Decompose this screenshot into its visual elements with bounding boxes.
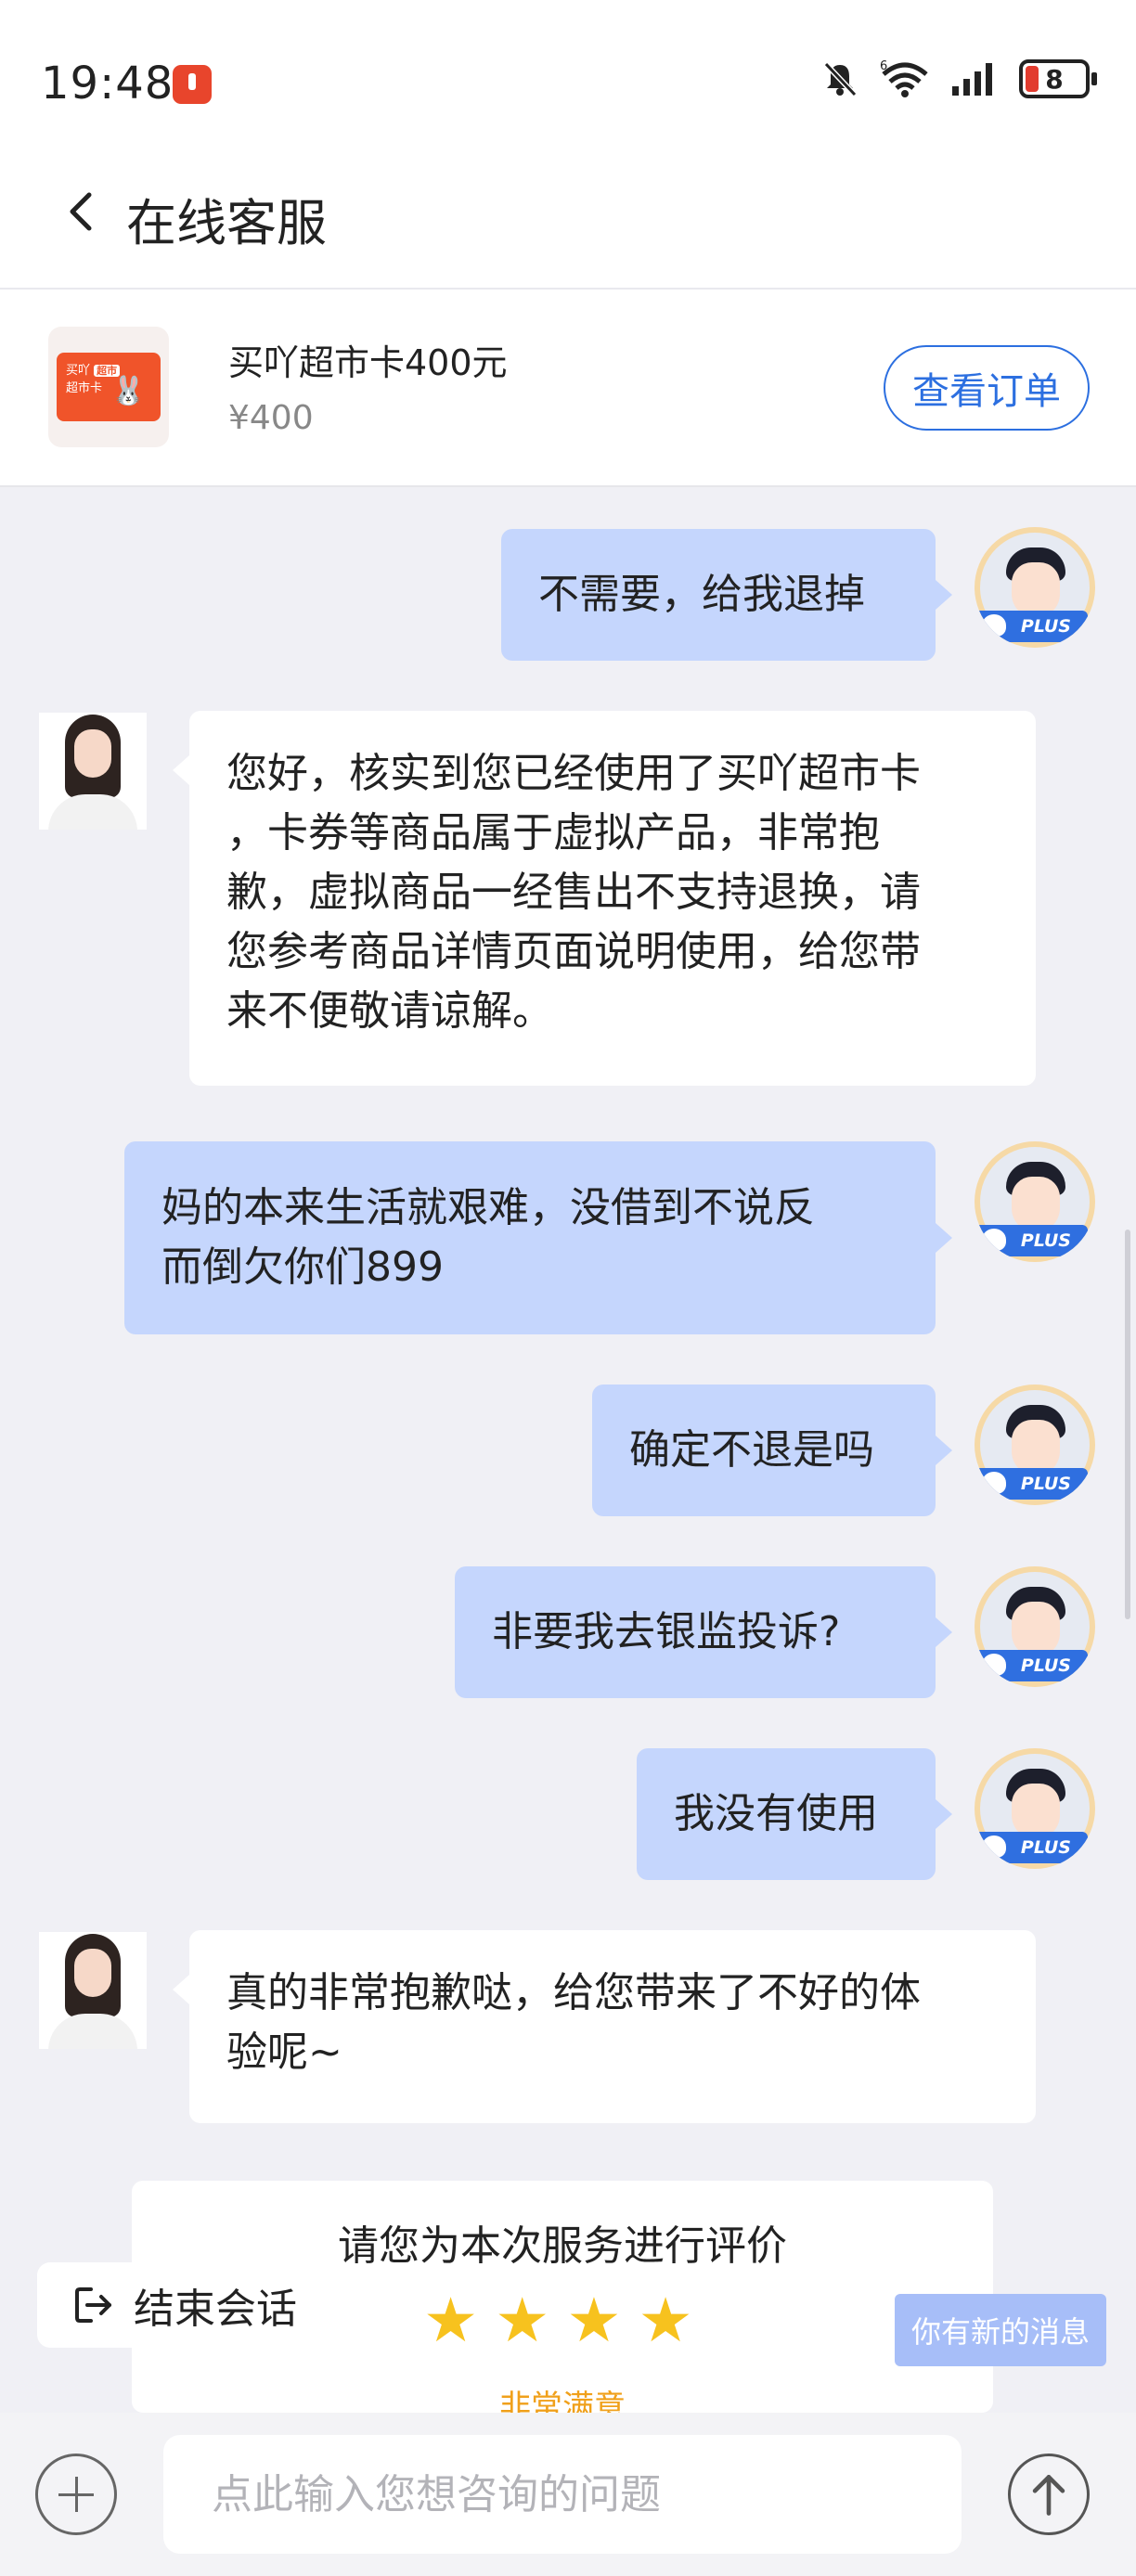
- message-line: ，卡券等商品属于虚拟产品，非常抱: [226, 809, 880, 857]
- new-message-button[interactable]: 你有新的消息: [895, 2294, 1106, 2366]
- message-input[interactable]: [163, 2435, 962, 2554]
- star-rating[interactable]: ★ ★ ★ ★: [423, 2290, 693, 2351]
- user-avatar[interactable]: PLUS: [975, 1385, 1095, 1505]
- order-card[interactable]: 买吖 超市 超市卡 🐰 买吖超市卡400元 ¥400 查看订单: [0, 288, 1136, 487]
- send-arrow-up-icon[interactable]: [1008, 2454, 1090, 2535]
- user-avatar[interactable]: PLUS: [975, 1566, 1095, 1687]
- back-arrow-icon[interactable]: [56, 184, 111, 239]
- user-avatar[interactable]: PLUS: [975, 1141, 1095, 1262]
- rabbit-icon: 🐰: [110, 375, 146, 407]
- star-icon[interactable]: ★: [566, 2290, 621, 2351]
- user-message: 我没有使用: [637, 1748, 952, 1880]
- message-line: 歉，虚拟商品一经售出不支持退换，请: [226, 869, 921, 916]
- end-session-button[interactable]: 结束会话: [37, 2262, 332, 2348]
- scrollbar[interactable]: [1125, 1230, 1130, 1619]
- agent-message: 真的非常抱歉哒，给您带来了不好的体 验呢~: [173, 1930, 1036, 2123]
- input-bar: [0, 2413, 1136, 2576]
- agent-avatar: [39, 713, 147, 830]
- battery-icon: 8: [1019, 59, 1097, 98]
- message-text: 不需要，给我退掉: [538, 571, 865, 618]
- user-message: 非要我去银监投诉?: [455, 1566, 952, 1698]
- agent-avatar: [39, 1932, 147, 2049]
- message-line: 真的非常抱歉哒，给您带来了不好的体: [226, 1969, 921, 2016]
- user-message: 确定不退是吗: [592, 1385, 952, 1516]
- message-line: 您好，核实到您已经使用了买吖超市卡: [226, 750, 921, 797]
- page-header: 在线客服: [0, 139, 1136, 288]
- message-line: 妈的本来生活就艰难，没借到不说反: [161, 1184, 815, 1231]
- signal-icon: [952, 63, 992, 96]
- user-avatar[interactable]: PLUS: [975, 527, 1095, 648]
- user-message: 妈的本来生活就艰难，没借到不说反 而倒欠你们899: [124, 1141, 952, 1334]
- plus-badge: PLUS: [975, 1832, 1088, 1863]
- product-thumbnail: 买吖 超市 超市卡 🐰: [48, 327, 169, 447]
- battery-level: 8: [1045, 63, 1064, 95]
- message-text: 非要我去银监投诉?: [492, 1608, 841, 1655]
- star-icon[interactable]: ★: [639, 2290, 693, 2351]
- status-time: 19:48: [41, 58, 174, 109]
- star-icon[interactable]: ★: [495, 2290, 549, 2351]
- message-line: 而倒欠你们899: [161, 1243, 444, 1291]
- svg-text:6: 6: [880, 59, 887, 73]
- add-button[interactable]: [35, 2454, 117, 2535]
- message-text: 我没有使用: [674, 1790, 878, 1837]
- page-title: 在线客服: [126, 194, 327, 252]
- end-session-label: 结束会话: [134, 2286, 297, 2333]
- product-price: ¥400: [228, 399, 314, 437]
- status-bar: 19:48 6 8: [0, 0, 1136, 139]
- message-line: 您参考商品详情页面说明使用，给您带: [226, 928, 921, 975]
- message-text: 确定不退是吗: [629, 1426, 874, 1474]
- plus-badge: PLUS: [975, 1468, 1088, 1500]
- view-order-button[interactable]: 查看订单: [884, 345, 1090, 431]
- wifi-6-icon: 6: [880, 59, 928, 97]
- plus-badge: PLUS: [975, 611, 1088, 642]
- message-line: 来不便敬请谅解。: [226, 987, 553, 1035]
- status-icons: 6 8: [820, 59, 1097, 98]
- user-message: 不需要，给我退掉: [501, 529, 952, 661]
- product-name: 买吖超市卡400元: [228, 342, 508, 383]
- plus-badge: PLUS: [975, 1225, 1088, 1256]
- user-avatar[interactable]: PLUS: [975, 1748, 1095, 1869]
- agent-message: 您好，核实到您已经使用了买吖超市卡 ，卡券等商品属于虚拟产品，非常抱 歉，虚拟商…: [173, 711, 1036, 1086]
- message-line: 验呢~: [226, 2029, 342, 2076]
- notification-badge-icon: [173, 65, 212, 104]
- plus-badge: PLUS: [975, 1650, 1088, 1681]
- gift-card-image: 买吖 超市 超市卡 🐰: [57, 353, 161, 421]
- logout-icon: [75, 2287, 111, 2323]
- bell-muted-icon: [823, 61, 858, 97]
- star-icon[interactable]: ★: [423, 2290, 478, 2351]
